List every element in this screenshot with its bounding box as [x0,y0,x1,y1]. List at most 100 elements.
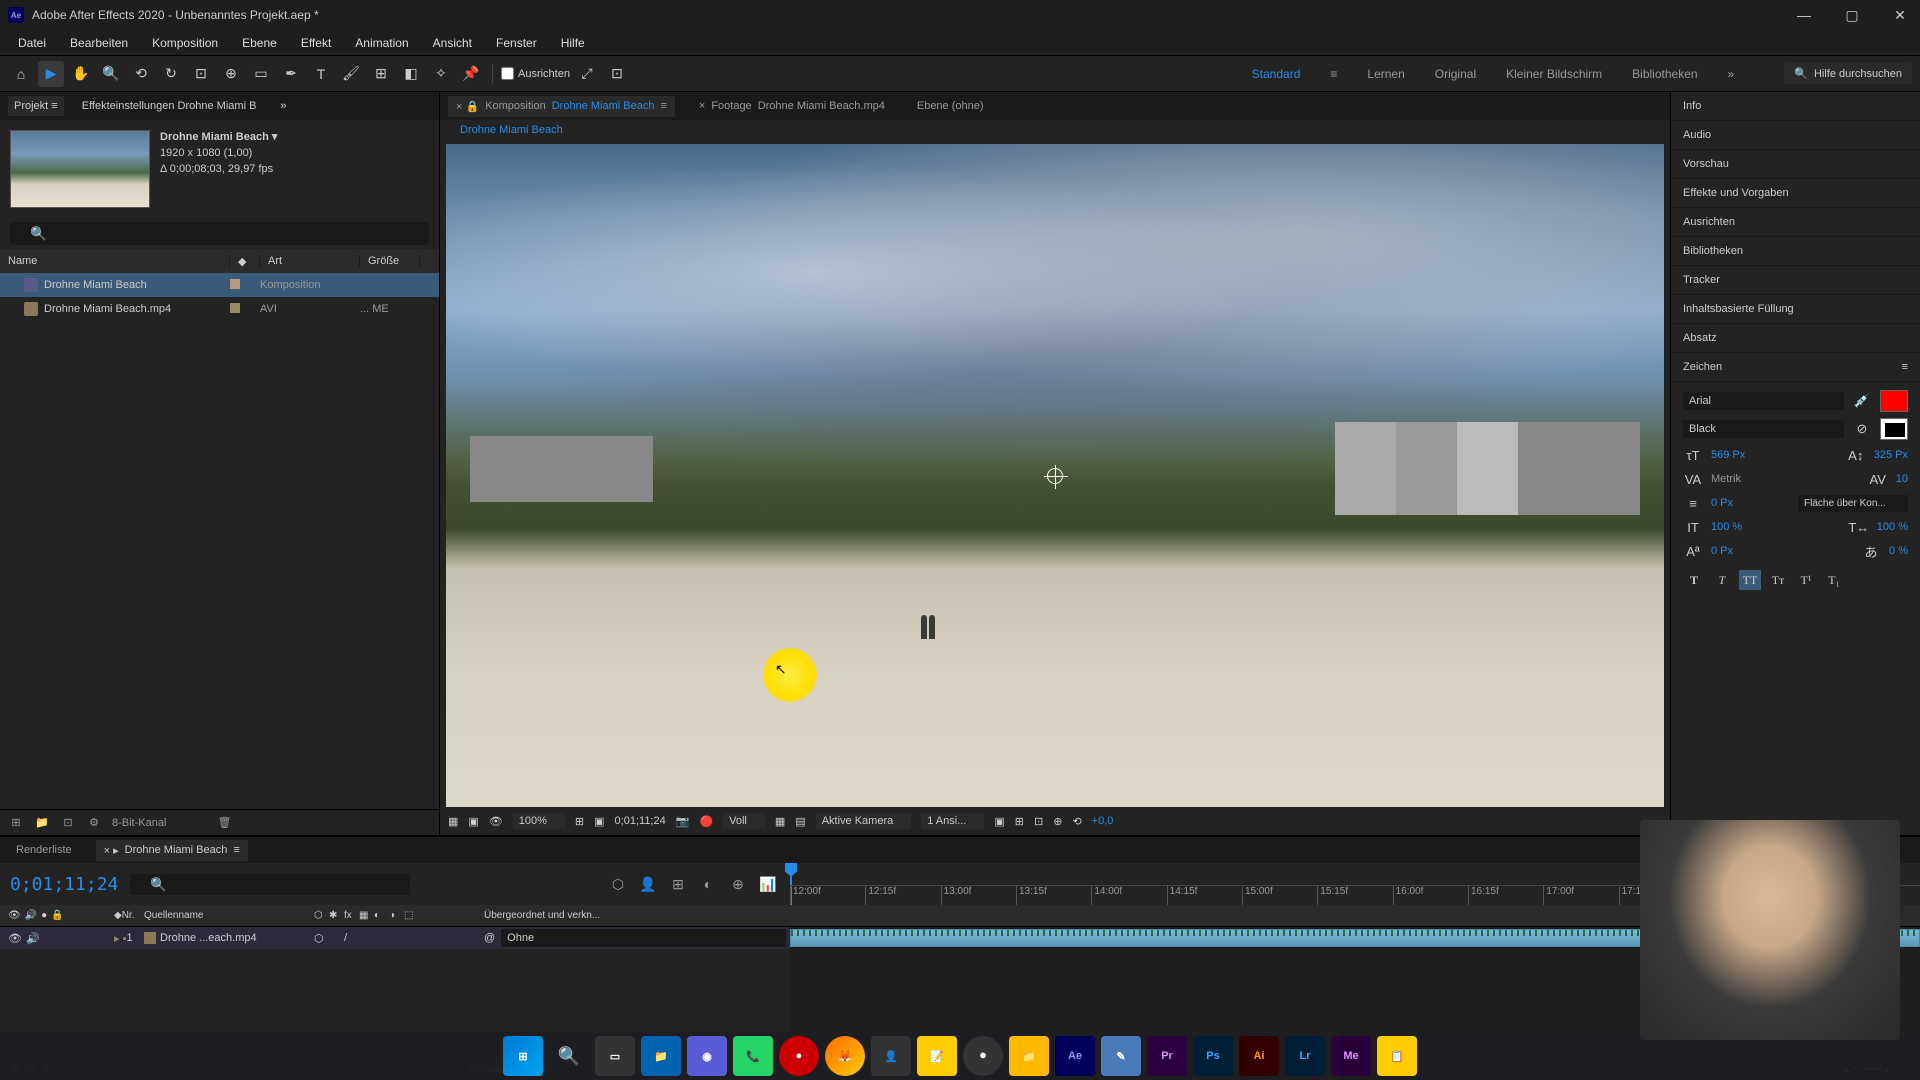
col-header-label-icon[interactable]: ◆ [230,255,260,268]
taskbar-app4-icon[interactable]: 📝 [917,1036,957,1076]
grid-icon[interactable]: ▦ [775,815,785,828]
font-weight-select[interactable]: Black [1683,420,1844,438]
panel-menu-icon[interactable]: ≡ [1902,361,1908,373]
panel-vorschau[interactable]: Vorschau [1671,150,1920,179]
eraser-tool-icon[interactable]: ◧ [398,61,424,87]
menu-fenster[interactable]: Fenster [486,32,547,54]
alpha-toggle-icon[interactable]: ▦ [448,815,458,828]
trash-icon[interactable]: 🗑 [216,815,232,831]
taskbar-obs-icon[interactable]: ⏺ [963,1036,1003,1076]
taskbar-whatsapp-icon[interactable]: 📞 [733,1036,773,1076]
taskbar-app5-icon[interactable]: ✎ [1101,1036,1141,1076]
bold-button[interactable]: T [1683,570,1705,590]
panel-zeichen[interactable]: Zeichen≡ [1671,353,1920,382]
font-family-select[interactable]: Arial [1683,392,1844,410]
pickwhip-icon[interactable]: @ [484,932,495,944]
guides-icon[interactable]: ▤ [795,815,805,828]
menu-bearbeiten[interactable]: Bearbeiten [60,32,138,54]
tab-composition[interactable]: × 🔒 Komposition Drohne Miami Beach ≡ [448,96,675,117]
sw-blur-icon[interactable]: ◐ [374,910,386,922]
workspace-menu-icon[interactable]: ≡ [1330,67,1337,81]
workspace-original[interactable]: Original [1435,67,1476,81]
sw-star-icon[interactable]: ✱ [329,910,341,922]
menu-ebene[interactable]: Ebene [232,32,287,54]
viewer-canvas[interactable]: ↖ [446,144,1664,807]
folder-icon[interactable]: 📁 [34,815,50,831]
taskbar-me-icon[interactable]: Me [1331,1036,1371,1076]
tl-graph-icon[interactable]: ⬡ [606,873,630,895]
minimize-button[interactable]: — [1792,7,1816,24]
panel-absatz[interactable]: Absatz [1671,324,1920,353]
panel-audio[interactable]: Audio [1671,121,1920,150]
workspace-lernen[interactable]: Lernen [1367,67,1404,81]
taskbar-taskview-icon[interactable]: ▭ [595,1036,635,1076]
composition-thumbnail[interactable] [10,130,150,208]
project-item-comp[interactable]: Drohne Miami Beach Komposition [0,273,439,297]
view-opt1-icon[interactable]: ▣ [994,815,1004,828]
bit-depth-label[interactable]: 8-Bit-Kanal [112,817,166,829]
timeline-timecode[interactable]: 0;01;11;24 [10,874,118,895]
kerning-value[interactable]: Metrik [1711,473,1741,485]
col-name-header[interactable]: Quellenname [140,905,310,926]
align-checkbox[interactable]: Ausrichten [501,67,570,80]
orbit-tool-icon[interactable]: ⟲ [128,61,154,87]
panel-effekte[interactable]: Effekte und Vorgaben [1671,179,1920,208]
col-parent-header[interactable]: Übergeordnet und verkn... [480,905,790,926]
maximize-button[interactable]: ▢ [1840,7,1864,24]
panel-bibliotheken[interactable]: Bibliotheken [1671,237,1920,266]
col-nr-header[interactable]: ◆ Nr. [110,905,140,926]
roi-icon[interactable]: ▣ [594,815,604,828]
menu-ansicht[interactable]: Ansicht [423,32,482,54]
taskbar-pr-icon[interactable]: Pr [1147,1036,1187,1076]
close-button[interactable]: ✕ [1888,7,1912,24]
tl-motion-blur-icon[interactable]: ◐ [696,873,720,895]
menu-animation[interactable]: Animation [345,32,418,54]
panel-inhaltsfuellung[interactable]: Inhaltsbasierte Füllung [1671,295,1920,324]
interpret-icon[interactable]: ⊞ [8,815,24,831]
tab-effekteinstellungen[interactable]: Effekteinstellungen Drohne Miami B [76,96,263,116]
panel-tracker[interactable]: Tracker [1671,266,1920,295]
sw-frame-icon[interactable]: ▦ [359,910,371,922]
comp-breadcrumb[interactable]: Drohne Miami Beach [440,120,1670,144]
views-dropdown[interactable]: 1 Ansi... [921,813,984,829]
workspace-standard[interactable]: Standard [1252,67,1301,81]
taskbar-folder-icon[interactable]: 📁 [1009,1036,1049,1076]
subscript-button[interactable]: T₁ [1823,570,1845,590]
tab-projekt[interactable]: Projekt ≡ [8,96,64,116]
settings-icon[interactable]: ⚙ [86,815,102,831]
eyedropper-icon[interactable]: 💉 [1852,392,1872,410]
italic-button[interactable]: T [1711,570,1733,590]
anchor-tool-icon[interactable]: ⊕ [218,61,244,87]
hand-tool-icon[interactable]: ✋ [68,61,94,87]
sw-3d-icon[interactable]: ⬚ [404,910,416,922]
no-color-icon[interactable]: ⊘ [1852,420,1872,438]
selection-tool-icon[interactable]: ▶ [38,61,64,87]
view-opt3-icon[interactable]: ⊡ [1034,815,1043,828]
exposure-value[interactable]: +0,0 [1092,815,1114,827]
tsume-value[interactable]: 0 % [1889,545,1908,557]
timeline-search-input[interactable] [130,874,410,895]
taskbar-firefox-icon[interactable]: 🦊 [825,1036,865,1076]
stroke-color-swatch[interactable] [1880,418,1908,440]
mask-icon[interactable]: 👁 [489,815,503,828]
smallcaps-button[interactable]: Tᴛ [1767,570,1789,590]
tl-shy-icon[interactable]: 👤 [636,873,660,895]
view-opt4-icon[interactable]: ⊕ [1053,815,1062,828]
baseline-value[interactable]: 0 Px [1711,545,1733,557]
rotate-tool-icon[interactable]: ↻ [158,61,184,87]
taskbar-lr-icon[interactable]: Lr [1285,1036,1325,1076]
exposure-reset-icon[interactable]: ⟲ [1072,815,1081,828]
superscript-button[interactable]: T¹ [1795,570,1817,590]
timecode-display[interactable]: 0;01;11;24 [615,815,666,827]
col-header-name[interactable]: Name [0,255,230,267]
resolution-icon[interactable]: ⊞ [575,815,584,828]
project-search-input[interactable] [10,222,429,245]
menu-komposition[interactable]: Komposition [142,32,228,54]
taskbar-ps-icon[interactable]: Ps [1193,1036,1233,1076]
stroke-mode-select[interactable]: Fläche über Kon... [1798,495,1908,512]
roto-tool-icon[interactable]: ✧ [428,61,454,87]
tl-brainstorm-icon[interactable]: ⊕ [726,873,750,895]
text-tool-icon[interactable]: T [308,61,334,87]
menu-datei[interactable]: Datei [8,32,56,54]
channel-icon[interactable]: 🔴 [699,815,713,828]
